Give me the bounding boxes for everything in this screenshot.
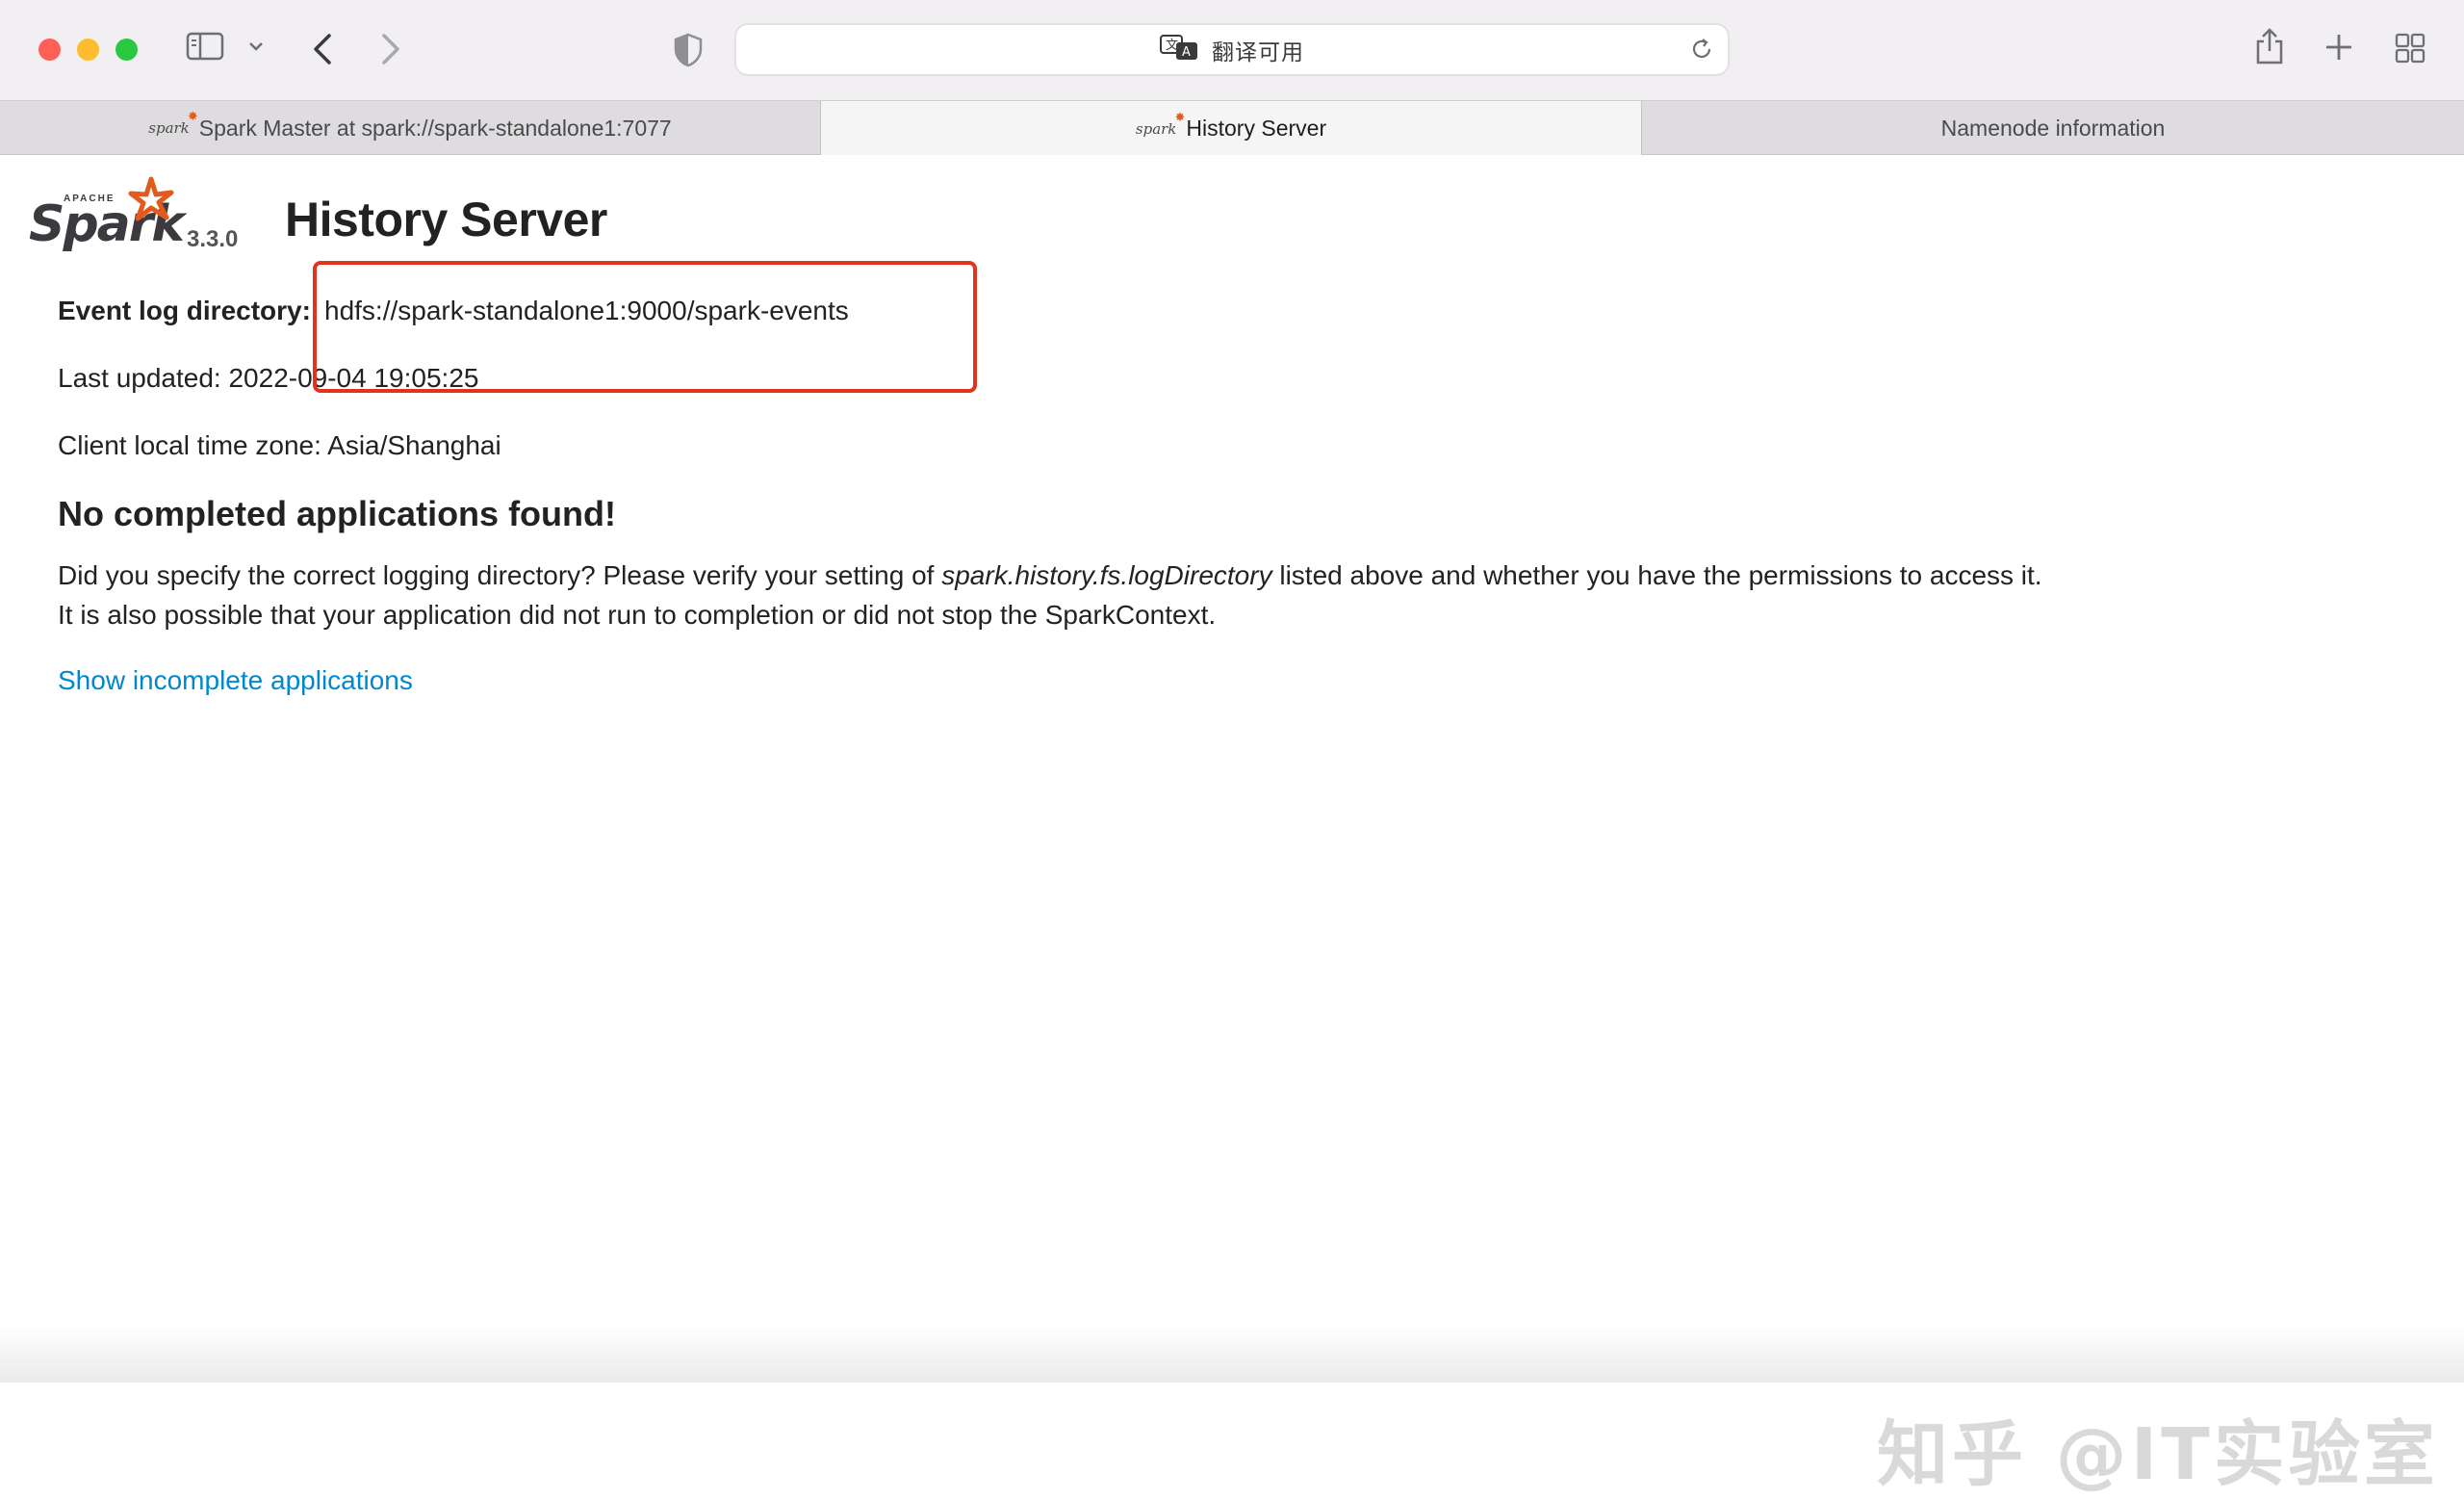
spark-favicon-icon: spark✸ xyxy=(148,119,190,137)
client-timezone: Client local time zone: Asia/Shanghai xyxy=(58,430,501,461)
reload-icon[interactable] xyxy=(1689,37,1714,66)
annotation-highlight-box xyxy=(313,261,977,393)
no-apps-heading: No completed applications found! xyxy=(58,494,616,534)
tab-label: Spark Master at spark://spark-standalone… xyxy=(199,116,672,142)
browser-toolbar: 文A 翻译可用 xyxy=(0,0,2464,100)
event-log-label: Event log directory: xyxy=(58,296,311,325)
event-log-directory-row: Event log directory: hdfs://spark-standa… xyxy=(58,296,311,326)
tab-namenode-information[interactable]: Namenode information xyxy=(1642,101,2464,155)
show-incomplete-applications-link[interactable]: Show incomplete applications xyxy=(58,665,413,696)
tab-strip: spark✸ Spark Master at spark://spark-sta… xyxy=(0,100,2464,155)
address-bar[interactable]: 文A 翻译可用 xyxy=(734,23,1730,76)
tab-label: History Server xyxy=(1186,116,1326,142)
spark-favicon-icon: spark✸ xyxy=(1136,120,1177,138)
share-icon[interactable] xyxy=(2254,27,2285,65)
close-window-button[interactable] xyxy=(38,39,61,61)
spark-star-icon xyxy=(127,176,175,224)
sidebar-toggle-icon[interactable] xyxy=(186,31,224,62)
privacy-shield-icon[interactable] xyxy=(674,33,703,67)
forward-arrow-icon[interactable] xyxy=(380,33,401,65)
message-line2: It is also possible that your applicatio… xyxy=(58,600,1216,630)
tab-overview-icon[interactable] xyxy=(2395,33,2426,64)
zoom-window-button[interactable] xyxy=(116,39,138,61)
minimize-window-button[interactable] xyxy=(77,39,99,61)
address-text: 翻译可用 xyxy=(1212,34,1304,66)
message-part1: Did you specify the correct logging dire… xyxy=(58,560,941,590)
translate-icon[interactable]: 文A xyxy=(1160,34,1198,65)
no-apps-message: Did you specify the correct logging dire… xyxy=(58,556,2368,634)
svg-text:A: A xyxy=(1182,45,1191,60)
message-config-key: spark.history.fs.logDirectory xyxy=(941,560,1271,590)
message-part2: listed above and whether you have the pe… xyxy=(1272,560,2042,590)
chevron-down-icon[interactable] xyxy=(248,40,264,52)
back-arrow-icon[interactable] xyxy=(312,33,333,65)
spark-version: 3.3.0 xyxy=(187,226,238,253)
page-title: History Server xyxy=(285,192,607,247)
bottom-fade xyxy=(0,1325,2464,1383)
page-content: APACHE Spark 3.3.0 History Server Event … xyxy=(0,155,2464,1383)
new-tab-plus-icon[interactable] xyxy=(2324,33,2353,62)
spark-logo[interactable]: APACHE Spark xyxy=(29,176,202,272)
tab-spark-master[interactable]: spark✸ Spark Master at spark://spark-sta… xyxy=(0,101,821,155)
tab-history-server[interactable]: spark✸ History Server xyxy=(821,101,1642,156)
tab-label: Namenode information xyxy=(1941,116,2166,142)
watermark: 知乎 @IT实验室 xyxy=(1877,1397,2439,1500)
